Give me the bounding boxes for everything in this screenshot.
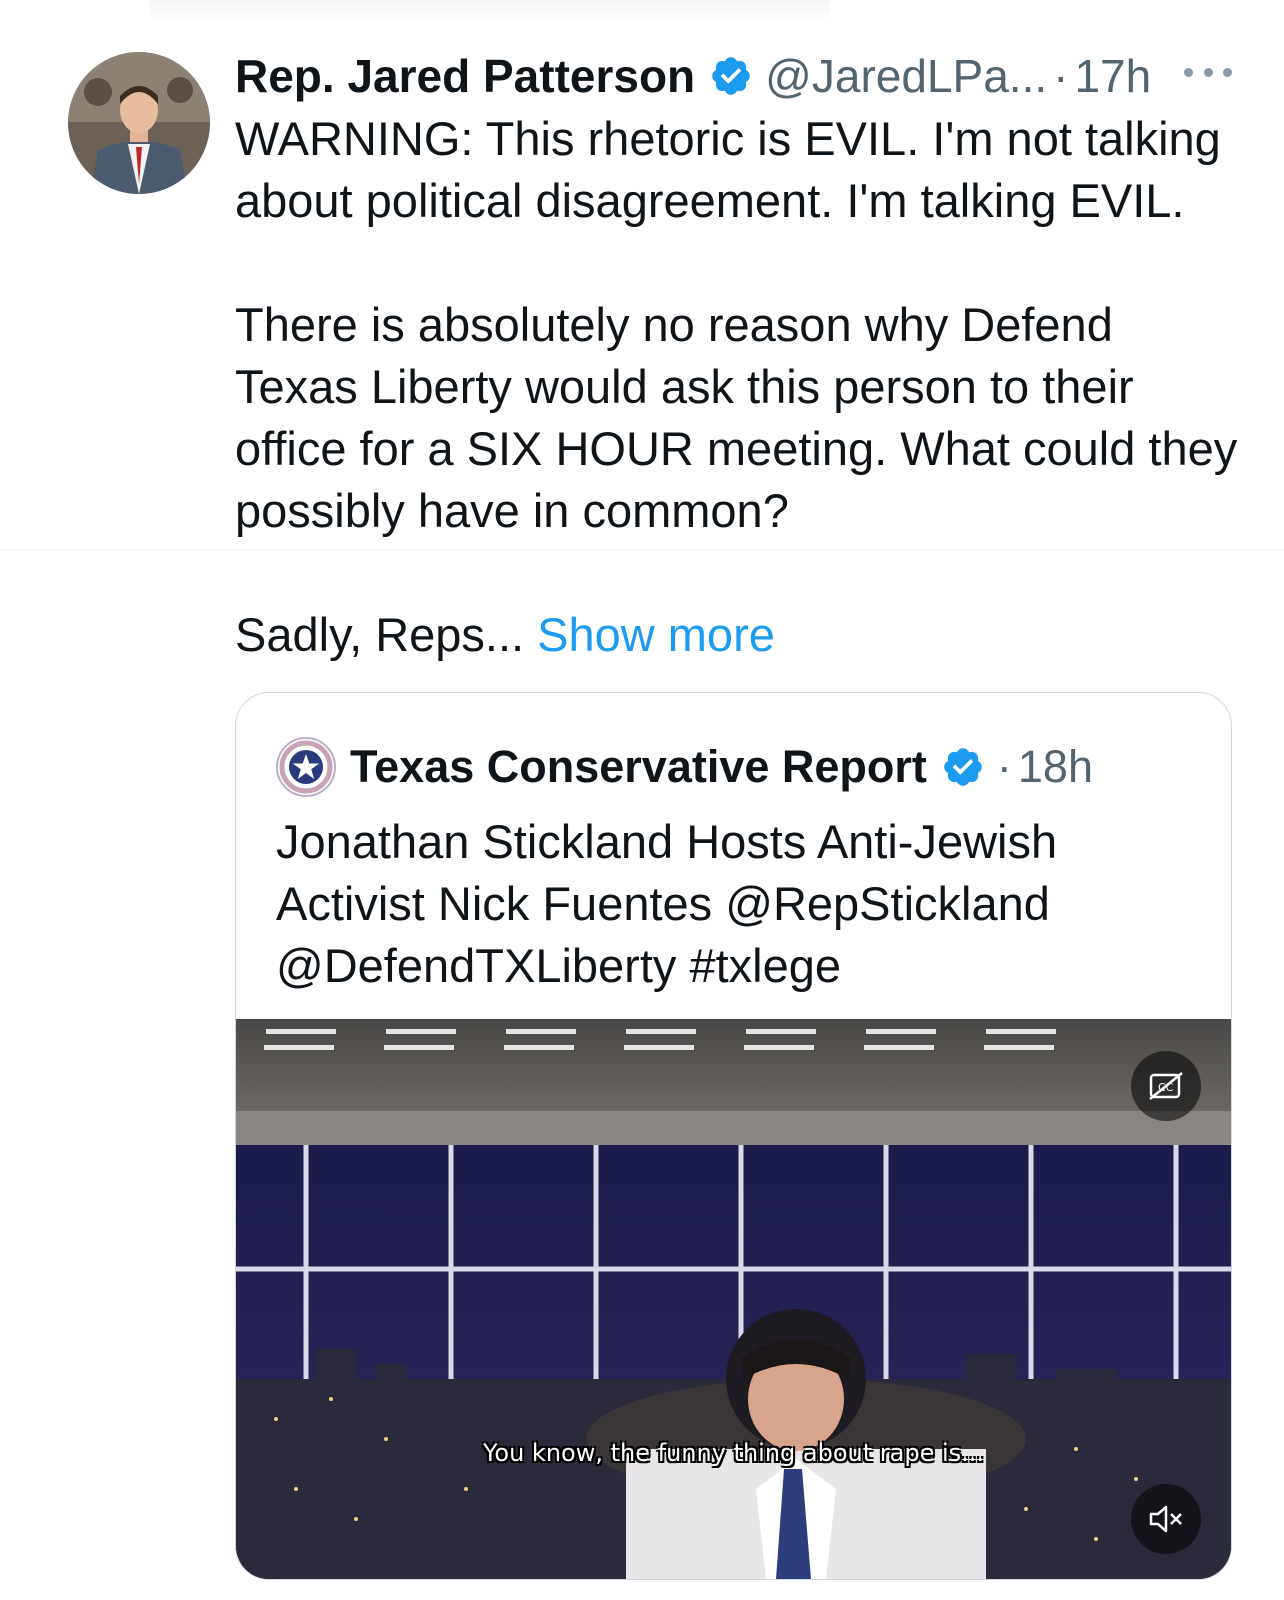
muted-speaker-icon[interactable] [1131,1484,1201,1554]
verified-badge-icon [941,745,985,789]
quoted-tweet-timestamp[interactable]: 18h [1018,741,1093,793]
author-handle[interactable]: @JaredLPa... [765,49,1047,103]
author-display-name[interactable]: Rep. Jared Patterson [235,49,695,103]
quoted-tweet[interactable]: Texas Conservative Report · 18h Jonathan… [235,692,1232,1580]
top-strip [150,0,830,22]
separator-dot: · [1053,50,1069,102]
separator-dot: · [996,741,1012,792]
verified-badge-icon [709,54,753,98]
quoted-author-display-name[interactable]: Texas Conservative Report [350,741,927,793]
author-avatar[interactable] [68,52,210,194]
tweet-body: WARNING: This rhetoric is EVIL. I'm not … [235,108,1245,666]
quoted-author-avatar[interactable] [276,737,336,797]
video-frame [236,1019,1231,1579]
show-more-link[interactable]: Show more [537,608,775,661]
more-options-icon[interactable] [1184,60,1232,84]
tweet-timestamp[interactable]: 17h [1074,49,1151,103]
divider [0,549,1284,550]
quoted-tweet-header: Texas Conservative Report · 18h [276,735,1093,799]
quoted-tweet-text: Jonathan Stickland Hosts Anti-Jewish Act… [276,815,1058,992]
captions-off-icon[interactable]: CC [1131,1051,1201,1121]
video-player[interactable]: You know, the funny thing about rape is.… [236,1019,1231,1579]
truncated-text: Sadly, Reps... [235,608,525,661]
tweet-paragraph: WARNING: This rhetoric is EVIL. I'm not … [235,112,1221,227]
tweet-paragraph: Sadly, Reps... Show more [235,604,1245,666]
video-subtitle: You know, the funny thing about rape is.… [482,1439,985,1467]
tweet-header: Rep. Jared Patterson @JaredLPa... · 17h [235,46,1224,106]
tweet-paragraph: There is absolutely no reason why Defend… [235,298,1238,537]
